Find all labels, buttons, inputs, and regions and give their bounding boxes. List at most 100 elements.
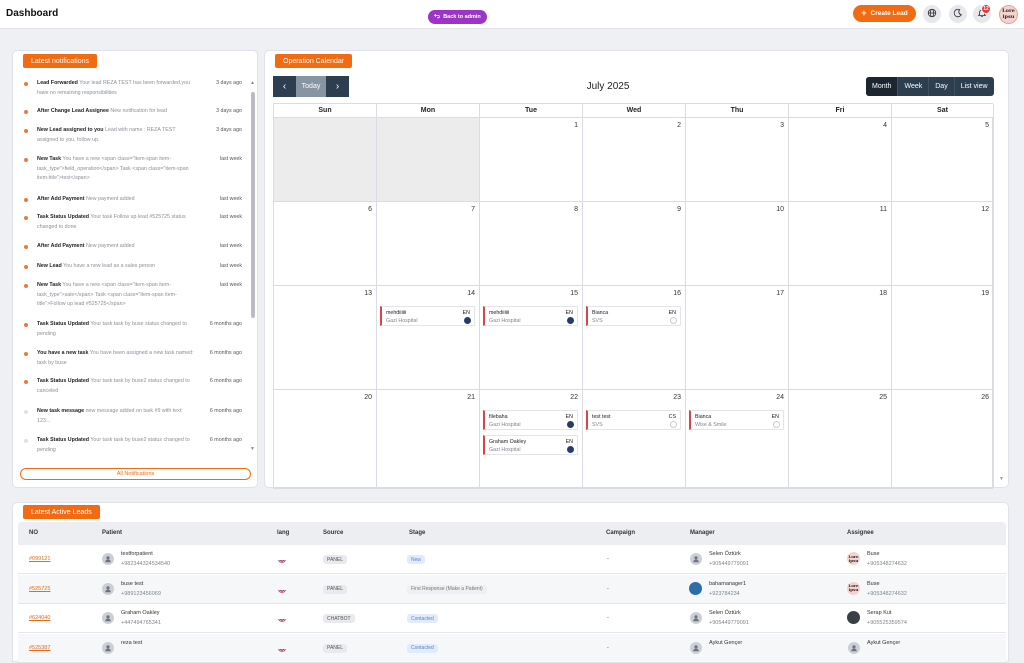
day-number: 23 [673,394,681,401]
column-header-no: NO [29,530,38,536]
view-month-button[interactable]: Month [866,77,898,96]
language-button[interactable] [923,5,941,23]
event-language: EN [668,310,676,316]
notification-item[interactable]: Task Status Updated Your task task by bu… [18,436,242,462]
notification-dot [24,158,28,162]
calendar-day-cell[interactable]: 13 [274,286,377,390]
day-number: 14 [467,290,475,297]
patient-name: Graham Oakley [121,610,160,616]
calendar-event[interactable]: mehdiiiiii Gazi Hospital EN [380,306,475,326]
day-number: 24 [776,394,784,401]
notification-item[interactable]: Task Status Updated Your task task by bu… [18,377,242,403]
calendar-day-cell[interactable]: 5 [892,118,994,202]
stage-badge: New [407,555,426,564]
notification-item[interactable]: Task Status Updated Your task Follow up … [18,213,242,239]
prev-month-button[interactable]: ‹ [273,76,296,97]
event-hospital: Gazi Hospital [489,422,521,428]
notifications-title: Latest notifications [23,54,97,68]
calendar-day-cell[interactable]: 21 [377,390,480,488]
notification-item[interactable]: New Task You have a new <span class="ite… [18,281,242,307]
calendar-event[interactable]: Bianca SVS EN [586,306,681,326]
notification-time: 3 days ago [216,127,242,133]
user-avatar[interactable]: Lore ipsu [999,5,1018,24]
calendar-day-cell[interactable]: 18 [789,286,892,390]
lead-number-link[interactable]: #525387 [29,645,50,651]
day-number: 7 [471,206,475,213]
calendar-day-cell[interactable]: 16 [583,286,686,390]
notification-title: Task Status Updated [37,437,89,443]
notifications-scrollbar[interactable] [251,92,255,318]
event-language: EN [565,310,573,316]
calendar-day-cell[interactable]: 24 [686,390,789,488]
calendar-day-cell[interactable]: 1 [480,118,583,202]
view-list-view-button[interactable]: List view [953,77,994,96]
event-status-icon [773,421,780,428]
view-day-button[interactable]: Day [928,77,953,96]
calendar-day-cell[interactable]: 19 [892,286,994,390]
calendar-day-cell[interactable] [274,118,377,202]
calendar-event[interactable]: filebaha Gazi Hospital EN [483,410,578,430]
notification-dot [24,439,28,443]
notification-title: New Lead [37,263,62,269]
calendar-event[interactable]: Graham Oakley Gazi Hospital EN [483,435,578,455]
scroll-up-icon[interactable]: ▲ [250,80,255,86]
notification-item[interactable]: New Task You have a new <span class="ite… [18,155,242,181]
patient-avatar-icon [102,553,114,565]
next-month-button[interactable]: › [326,76,349,97]
uk-flag-icon [278,644,286,652]
calendar-day-cell[interactable] [377,118,480,202]
calendar-day-cell[interactable]: 11 [789,202,892,286]
view-week-button[interactable]: Week [897,77,928,96]
day-number: 16 [673,290,681,297]
lead-number-link[interactable]: #624040 [29,615,50,621]
calendar-day-cell[interactable]: 9 [583,202,686,286]
day-header-thu: Thu [686,104,789,118]
day-header-wed: Wed [583,104,686,118]
event-patient-name: Bianca [695,414,712,420]
calendar-day-cell[interactable]: 8 [480,202,583,286]
view-switcher: Month Week Day List view [866,77,994,96]
calendar-event[interactable]: test test SVS CS [586,410,681,430]
notification-text: Task Status Updated Your task Follow up … [37,213,197,232]
day-number: 8 [574,206,578,213]
calendar-day-cell[interactable]: 17 [686,286,789,390]
calendar-scroll-down-icon[interactable]: ▼ [999,476,1004,482]
calendar-event[interactable]: Bianca Wise & Smile EN [689,410,784,430]
notification-item[interactable]: New task message new message added on ta… [18,407,242,433]
calendar-day-cell[interactable]: 14 [377,286,480,390]
all-notifications-button[interactable]: All Notifications [20,468,251,480]
notification-text: New Lead assigned to you Lead with name … [37,126,197,145]
notification-time: last week [219,156,242,162]
lead-number-link[interactable]: #099121 [29,556,50,562]
uk-flag-icon [278,585,286,593]
calendar-event[interactable]: mehdiiiiii Gazi Hospital EN [483,306,578,326]
calendar-day-cell[interactable]: 3 [686,118,789,202]
calendar-day-cell[interactable]: 10 [686,202,789,286]
calendar-day-cell[interactable]: 7 [377,202,480,286]
notification-item[interactable]: Task Status Updated Your task task by bu… [18,320,242,346]
calendar-day-cell[interactable]: 12 [892,202,994,286]
calendar-day-cell[interactable]: 6 [274,202,377,286]
source-badge: PANEL [323,555,348,564]
notification-item[interactable]: New Lead assigned to you Lead with name … [18,126,242,152]
today-button[interactable]: Today [296,76,326,97]
assignee-logo: Lore ipsu [847,552,860,565]
back-to-admin-button[interactable]: Back to admin [428,10,487,24]
event-patient-name: filebaha [489,414,508,420]
calendar-day-cell[interactable]: 20 [274,390,377,488]
calendar-day-cell[interactable]: 15 [480,286,583,390]
notification-item[interactable]: You have a new task You have been assign… [18,349,242,375]
scroll-down-icon[interactable]: ▼ [250,446,255,452]
create-lead-button[interactable]: + Create Lead [853,5,916,22]
notification-item[interactable]: Lead Forwarded Your lead REZA TEST has b… [18,79,242,105]
event-patient-name: test test [592,414,611,420]
calendar-day-cell[interactable]: 4 [789,118,892,202]
calendar-day-cell[interactable]: 25 [789,390,892,488]
lead-number-link[interactable]: #525725 [29,586,50,592]
theme-toggle-button[interactable] [949,5,967,23]
calendar-day-cell[interactable]: 26 [892,390,994,488]
calendar-day-cell[interactable]: 2 [583,118,686,202]
notification-time: last week [219,214,242,220]
notification-dot [24,323,28,327]
calendar-day-cell[interactable]: 23 [583,390,686,488]
